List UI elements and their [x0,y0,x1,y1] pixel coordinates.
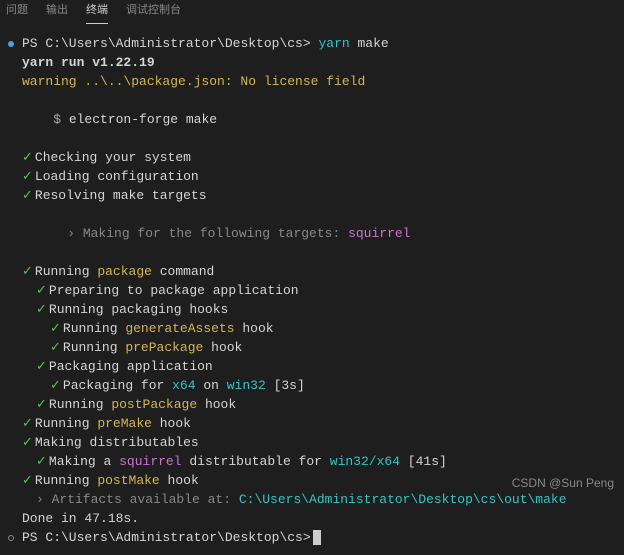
step-packaging: ✓Packaging application [8,357,616,376]
prompt-line-2: PS C:\Users\Administrator\Desktop\cs> [8,528,616,547]
step-making-squirrel: ✓Making a squirrel distributable for win… [8,452,616,471]
cmd-postpackage: postPackage [111,397,197,412]
step-checking: ✓Checking your system [8,148,616,167]
cmd-package: package [97,264,152,279]
warning-line: warning ..\..\package.json: No license f… [8,72,616,91]
check-icon: ✓ [36,302,47,317]
prompt-line-1: PS C:\Users\Administrator\Desktop\cs> ya… [8,34,616,53]
check-icon: ✓ [50,378,61,393]
cmd-generate-assets: generateAssets [125,321,234,336]
step-hooks: ✓Running packaging hooks [8,300,616,319]
artifacts-path: C:\Users\Administrator\Desktop\cs\out\ma… [239,492,567,507]
terminal-tabs: 问题 输出 终端 调试控制台 [0,0,624,30]
step-prepackage: ✓Running prePackage hook [8,338,616,357]
step-packaging-for: ✓Packaging for x64 on win32 [3s] [8,376,616,395]
check-icon: ✓ [22,473,33,488]
check-icon: ✓ [22,169,33,184]
check-icon: ✓ [22,188,33,203]
os-win32: win32 [227,378,266,393]
done-line: Done in 47.18s. [8,509,616,528]
cmd-prepackage: prePackage [125,340,203,355]
step-resolving: ✓Resolving make targets [8,186,616,205]
tab-terminal[interactable]: 终端 [86,2,108,24]
cmd-postmake: postMake [97,473,159,488]
step-loading: ✓Loading configuration [8,167,616,186]
prompt-ps: PS [22,528,45,547]
prompt-cwd: C:\Users\Administrator\Desktop\cs> [45,34,310,53]
check-icon: ✓ [22,416,33,431]
forge-cmd: electron-forge make [69,112,217,127]
prompt-ps: PS [22,34,45,53]
idle-dot-icon [8,535,14,541]
cmd-make: make [350,34,389,53]
step-postpackage: ✓Running postPackage hook [8,395,616,414]
dollar-sign: $ [53,112,69,127]
tab-problems[interactable]: 问题 [6,2,28,24]
target-squirrel: squirrel [348,226,410,241]
cmd-yarn: yarn [318,34,349,53]
cmd-premake: preMake [97,416,152,431]
check-icon: ✓ [36,359,47,374]
arrow-icon: › Making for the following targets: [67,226,348,241]
check-icon: ✓ [22,150,33,165]
arrow-icon: › Artifacts available at: [36,492,239,507]
step-preparing: ✓Preparing to package application [8,281,616,300]
check-icon: ✓ [50,321,61,336]
arch-x64: x64 [172,378,195,393]
step-making-dist: ✓Making distributables [8,433,616,452]
target-win32-x64: win32/x64 [330,454,400,469]
tab-debug[interactable]: 调试控制台 [126,2,181,24]
check-icon: ✓ [22,435,33,450]
check-icon: ✓ [36,283,47,298]
check-icon: ✓ [36,454,47,469]
watermark: CSDN @Sun Peng [512,474,614,493]
step-targets: › Making for the following targets: squi… [8,205,616,262]
dist-squirrel: squirrel [119,454,181,469]
step-gen-assets: ✓Running generateAssets hook [8,319,616,338]
prompt-cwd: C:\Users\Administrator\Desktop\cs> [45,528,310,547]
cursor-icon[interactable] [313,530,321,545]
active-dot-icon [8,41,14,47]
check-icon: ✓ [50,340,61,355]
check-icon: ✓ [36,397,47,412]
check-icon: ✓ [22,264,33,279]
step-premake: ✓Running preMake hook [8,414,616,433]
step-running-package: ✓Running package command [8,262,616,281]
yarn-run-version: yarn run v1.22.19 [8,53,616,72]
forge-cmd-line: $ electron-forge make [8,91,616,148]
tab-output[interactable]: 输出 [46,2,68,24]
